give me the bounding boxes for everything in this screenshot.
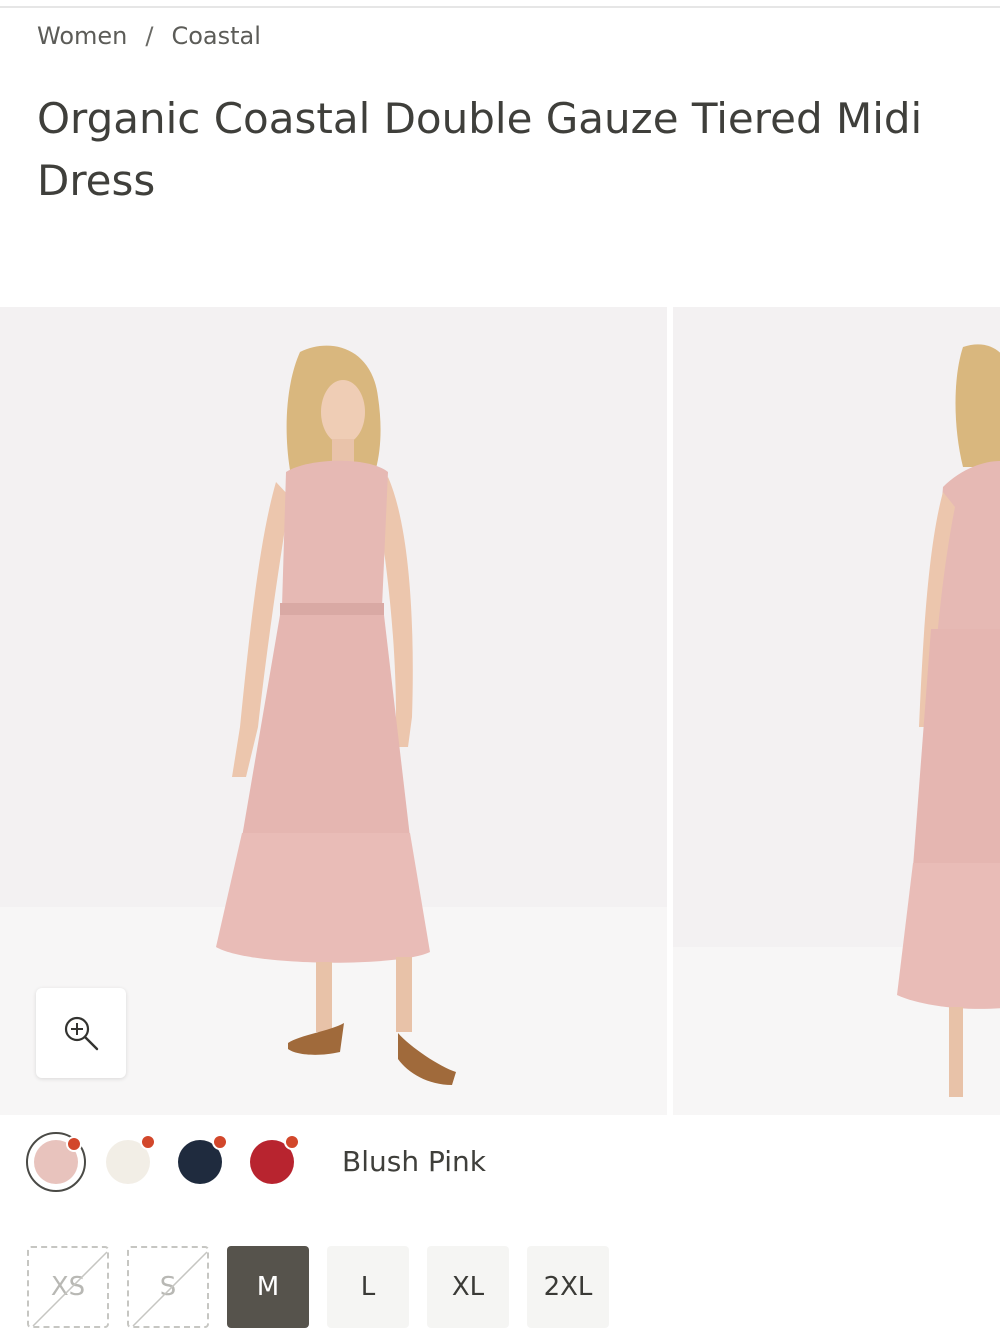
color-swatch-navy[interactable] (170, 1132, 230, 1192)
size-option-m[interactable]: M (227, 1246, 309, 1328)
color-swatch-ivory[interactable] (98, 1132, 158, 1192)
size-option-xl[interactable]: XL (427, 1246, 509, 1328)
size-selector: XS S M L XL 2XL (27, 1246, 627, 1328)
unavailable-strike-icon (32, 1251, 108, 1327)
swatch-badge-dot (284, 1134, 300, 1150)
size-label: M (256, 1272, 280, 1302)
color-swatch-red[interactable] (242, 1132, 302, 1192)
size-option-s[interactable]: S (127, 1246, 209, 1328)
swatch-badge-dot (212, 1134, 228, 1150)
breadcrumb-separator: / (145, 22, 154, 50)
size-label: 2XL (543, 1272, 593, 1302)
product-image-side[interactable] (673, 307, 1000, 1115)
size-option-xs[interactable]: XS (27, 1246, 109, 1328)
model-side-illustration (673, 307, 1000, 1115)
breadcrumb-coastal[interactable]: Coastal (171, 22, 260, 50)
size-option-2xl[interactable]: 2XL (527, 1246, 609, 1328)
zoom-button[interactable] (36, 988, 126, 1078)
product-title: Organic Coastal Double Gauze Tiered Midi… (37, 94, 923, 205)
swatch-badge-dot (140, 1134, 156, 1150)
size-label: XL (451, 1272, 485, 1302)
selected-color-name: Blush Pink (342, 1145, 486, 1178)
size-label: L (360, 1272, 376, 1302)
zoom-in-icon (64, 1016, 99, 1051)
color-swatches (26, 1132, 314, 1192)
swatch-badge-dot (66, 1136, 82, 1152)
color-swatch-blush-pink[interactable] (26, 1132, 86, 1192)
top-divider (0, 6, 1000, 8)
breadcrumb: Women / Coastal (37, 22, 261, 50)
breadcrumb-women[interactable]: Women (37, 22, 127, 50)
product-image-gallery[interactable] (0, 307, 1000, 1115)
size-option-l[interactable]: L (327, 1246, 409, 1328)
unavailable-strike-icon (132, 1251, 208, 1327)
